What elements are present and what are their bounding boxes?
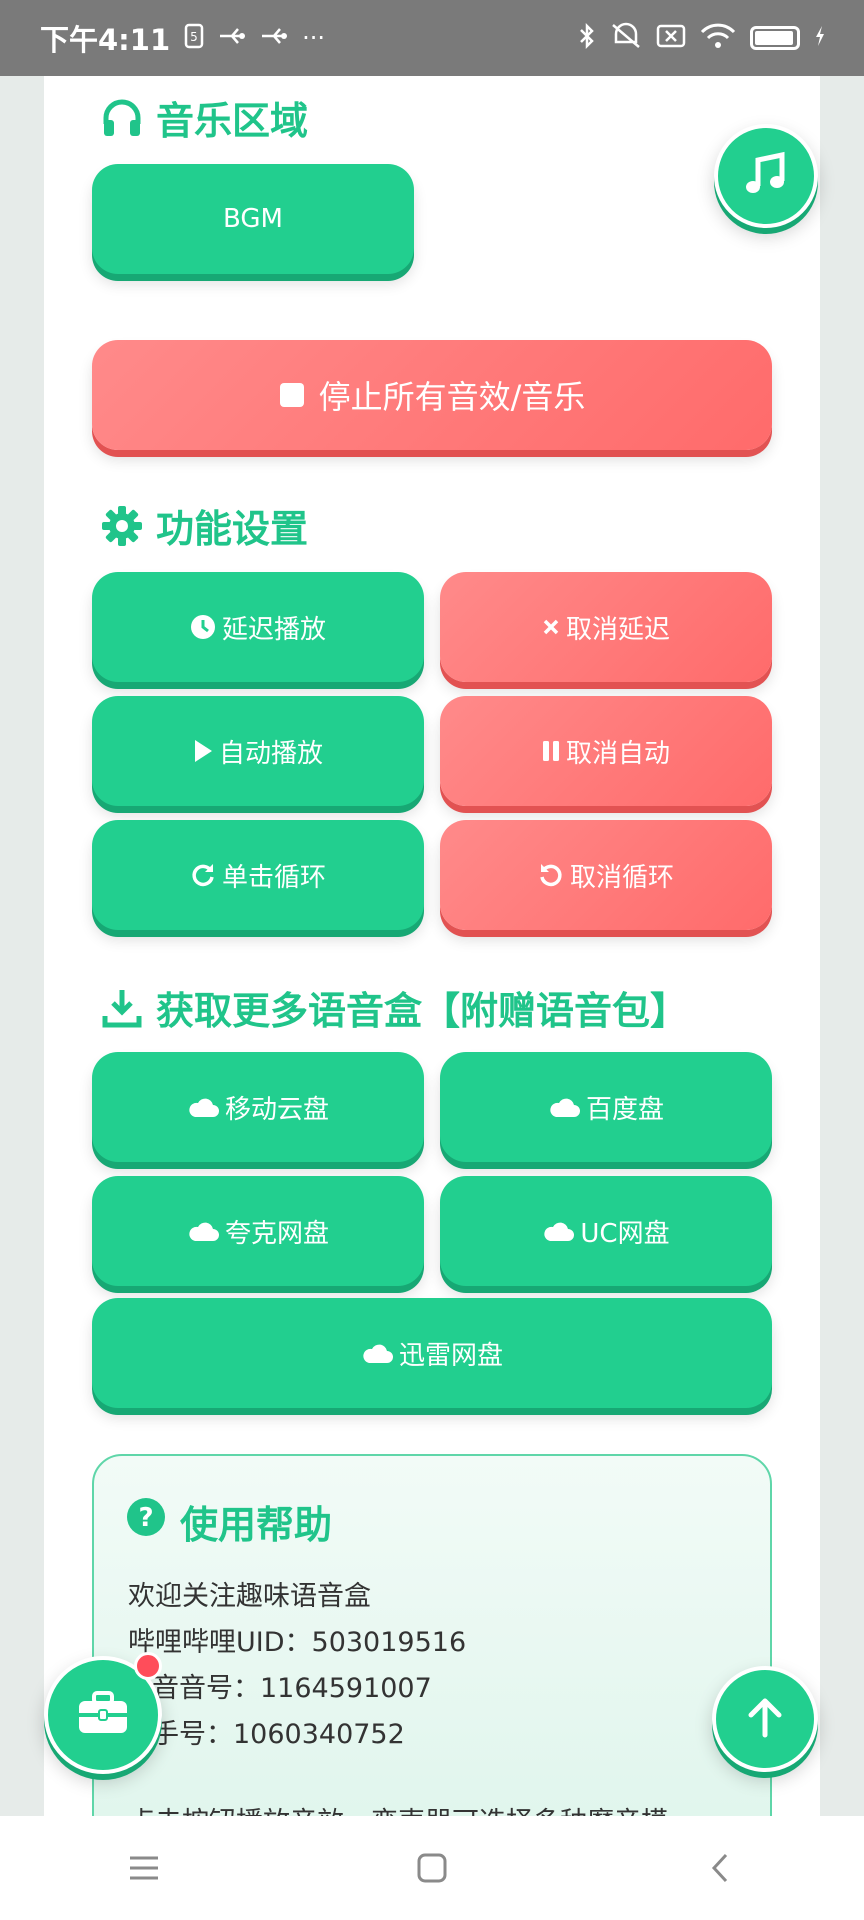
bluetooth-icon (578, 22, 596, 54)
download-icon (100, 986, 144, 1030)
wifi-icon (700, 22, 736, 54)
uc-label: UC网盘 (580, 1218, 670, 1249)
gear-icon (100, 504, 144, 548)
auto-play-label: 自动播放 (218, 738, 323, 769)
play-icon (193, 739, 213, 763)
usb-icon (218, 25, 246, 51)
question-icon: ? (126, 1497, 166, 1546)
notification-dot (134, 1652, 162, 1680)
undo-icon (538, 862, 564, 888)
navigation-bar (0, 1816, 864, 1920)
status-bar: 下午4:11 5 ··· (0, 0, 864, 76)
svg-text:5: 5 (190, 30, 198, 44)
sim-icon: 5 (184, 23, 204, 53)
help-panel: ? 使用帮助 欢迎关注趣味语音盒 哔哩哔哩UID：503019516 音音号：1… (92, 1454, 772, 1854)
arrow-up-icon (745, 1695, 785, 1743)
cancel-auto-label: 取消自动 (565, 738, 670, 769)
mobile-cloud-label: 移动云盘 (224, 1094, 329, 1125)
section-title-download: 获取更多语音盒【附赠语音包】 (100, 980, 688, 1035)
headphones-icon (100, 96, 144, 140)
delay-play-label: 延迟播放 (221, 614, 326, 645)
mute-icon (610, 22, 642, 54)
menu-icon[interactable] (114, 1838, 174, 1898)
uc-button[interactable]: UC网盘 (440, 1176, 772, 1286)
more-dots-icon: ··· (302, 24, 326, 52)
bgm-label: BGM (223, 204, 283, 234)
cancel-delay-label: 取消延迟 (565, 614, 670, 645)
stop-all-label: 停止所有音效/音乐 (318, 378, 586, 416)
cloud-icon (187, 1096, 219, 1118)
delay-play-button[interactable]: 延迟播放 (92, 572, 424, 682)
help-line-4: 手号：1060340752 (152, 1719, 405, 1750)
svg-text:?: ? (138, 1503, 153, 1533)
cloud-icon (542, 1220, 575, 1242)
usb-icon-2 (260, 25, 288, 51)
section-title-settings-text: 功能设置 (156, 507, 309, 551)
xunlei-button[interactable]: 迅雷网盘 (92, 1298, 772, 1408)
status-time: 下午4:11 (40, 23, 171, 57)
stop-icon (279, 382, 305, 408)
help-line-1: 欢迎关注趣味语音盒 (128, 1581, 371, 1612)
quark-button[interactable]: 夸克网盘 (92, 1176, 424, 1286)
baidu-button[interactable]: 百度盘 (440, 1052, 772, 1162)
cancel-delay-button[interactable]: 取消延迟 (440, 572, 772, 682)
help-title-text: 使用帮助 (180, 1503, 333, 1547)
single-loop-label: 单击循环 (221, 862, 326, 893)
cloud-icon (548, 1096, 580, 1118)
cancel-auto-button[interactable]: 取消自动 (440, 696, 772, 806)
cancel-loop-button[interactable]: 取消循环 (440, 820, 772, 930)
single-loop-button[interactable]: 单击循环 (92, 820, 424, 930)
help-line-3: 音音号：1164591007 (152, 1673, 432, 1704)
auto-play-button[interactable]: 自动播放 (92, 696, 424, 806)
clock-icon (190, 614, 216, 640)
mobile-cloud-button[interactable]: 移动云盘 (92, 1052, 424, 1162)
pause-icon (542, 740, 560, 762)
close-icon (542, 618, 560, 636)
no-sim-icon (656, 23, 686, 53)
toolbox-icon (77, 1691, 129, 1739)
section-title-music-text: 音乐区域 (156, 99, 309, 143)
back-icon[interactable] (690, 1838, 750, 1898)
stop-all-button[interactable]: 停止所有音效/音乐 (92, 340, 772, 450)
charging-icon (814, 25, 826, 51)
cloud-icon (361, 1342, 393, 1364)
music-note-icon (742, 150, 790, 202)
cloud-icon (187, 1220, 219, 1242)
help-title: ? 使用帮助 (126, 1494, 332, 1549)
section-title-music: 音乐区域 (100, 90, 308, 145)
battery-icon (750, 26, 800, 50)
xunlei-label: 迅雷网盘 (398, 1340, 503, 1371)
baidu-label: 百度盘 (585, 1094, 664, 1125)
scroll-top-button[interactable] (712, 1666, 818, 1772)
redo-icon (190, 862, 216, 888)
quark-label: 夸克网盘 (224, 1218, 329, 1249)
page-content: 音乐区域 BGM 停止所有音效/音乐 功能设置 延迟播放 取消延迟 自动播放 取… (44, 76, 820, 1854)
section-title-settings: 功能设置 (100, 498, 308, 553)
bgm-button[interactable]: BGM (92, 164, 414, 274)
cancel-loop-label: 取消循环 (569, 862, 674, 893)
section-title-download-text: 获取更多语音盒【附赠语音包】 (156, 989, 689, 1033)
music-fab-button[interactable] (714, 124, 818, 228)
home-icon[interactable] (402, 1838, 462, 1898)
help-line-2: 哔哩哔哩UID：503019516 (128, 1627, 467, 1658)
